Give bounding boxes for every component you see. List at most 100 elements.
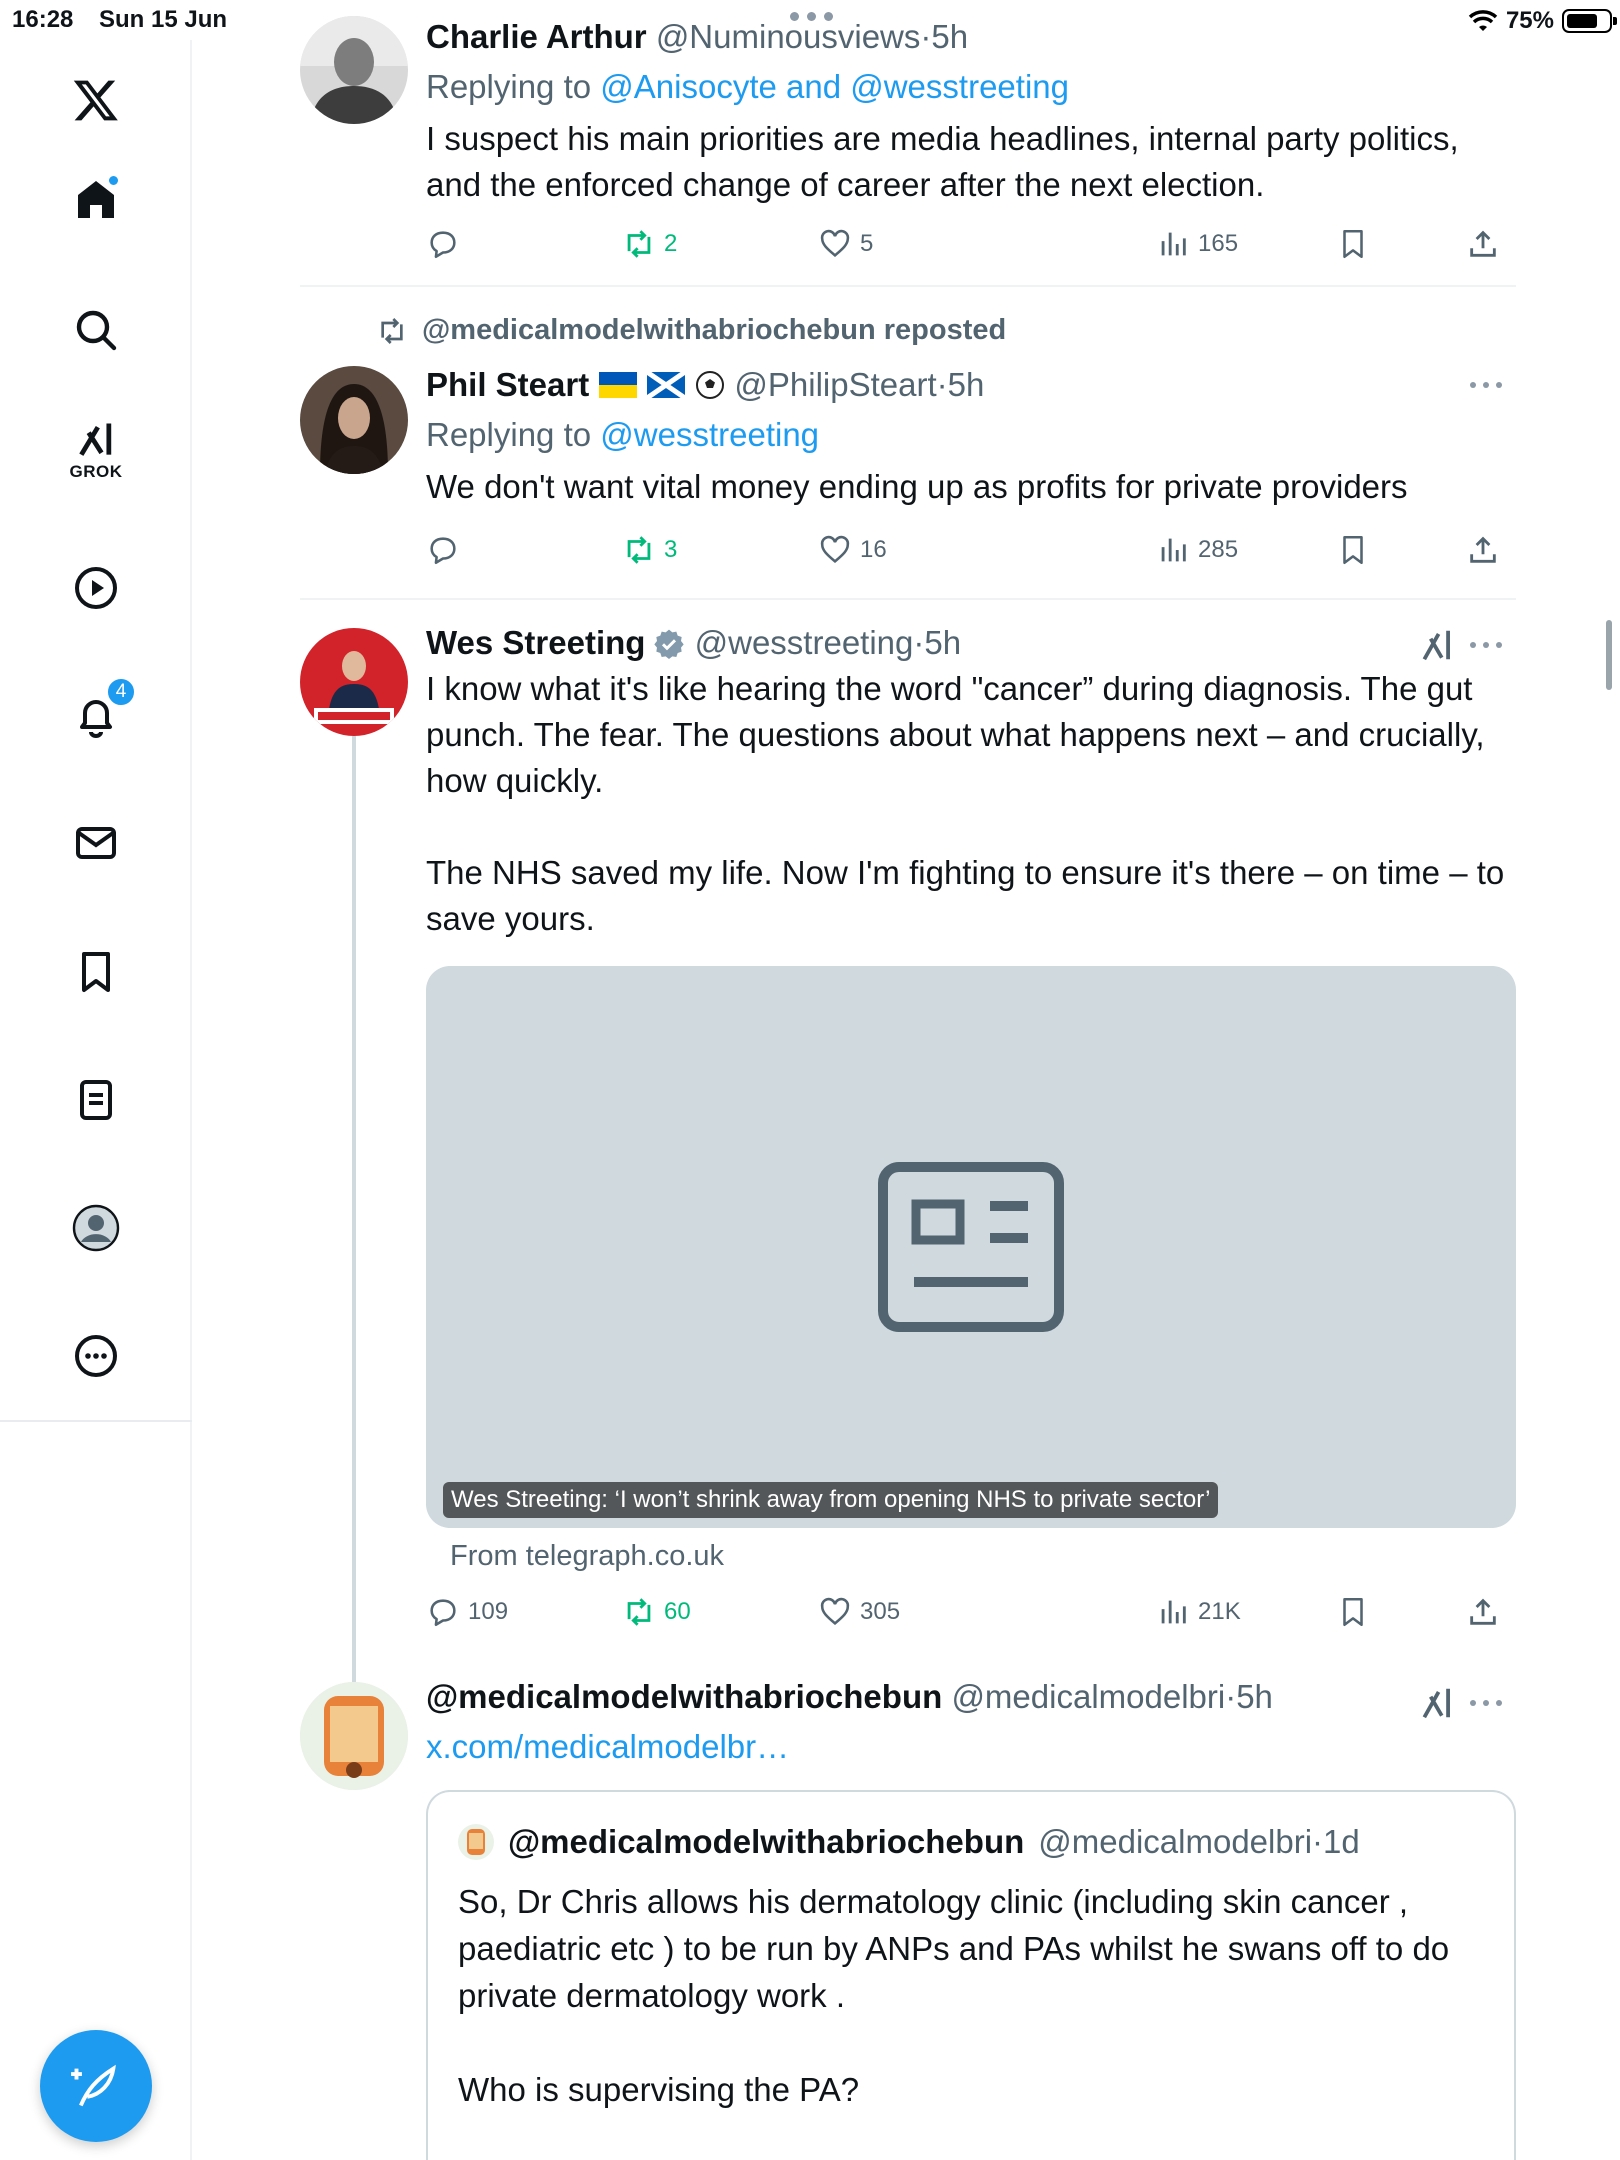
more-options-icon[interactable] [1466, 376, 1506, 396]
status-time: 16:28 [12, 6, 74, 33]
repost-icon [381, 317, 403, 344]
compose-post-button[interactable] [40, 2030, 152, 2142]
author-handle[interactable]: @PhilipSteart [734, 366, 936, 404]
author-handle[interactable]: @Numinousviews [656, 18, 921, 56]
quoted-tweet[interactable]: @medicalmodelwithabriochebun @medicalmod… [426, 1790, 1516, 2160]
views-button[interactable]: 165 [1156, 224, 1238, 264]
tweet-phil-steart[interactable]: @medicalmodelwithabriochebun reposted Ph… [300, 310, 1520, 600]
video-icon[interactable] [66, 558, 126, 618]
like-button[interactable]: 5 [818, 224, 873, 264]
tweet-medicalmodel[interactable]: @medicalmodelwithabriochebun @medicalmod… [300, 1674, 1520, 2160]
post-time[interactable]: 5h [1236, 1678, 1273, 1716]
repost-button[interactable]: 3 [622, 530, 677, 570]
replying-to-link[interactable]: @Anisocyte and @wesstreeting [600, 68, 1069, 105]
tweet-wes-streeting[interactable]: Wes Streeting @wesstreeting · 5h I know wh… [300, 620, 1520, 1696]
verified-badge-icon [654, 629, 685, 659]
more-options-icon[interactable] [66, 1326, 126, 1386]
reply-icon [430, 1599, 456, 1627]
separator: · [913, 624, 925, 661]
more-options-icon[interactable] [1466, 636, 1506, 656]
post-time[interactable]: 5h [931, 18, 968, 56]
repost-icon [627, 230, 651, 258]
reply-button[interactable] [426, 224, 468, 264]
avatar[interactable] [300, 366, 408, 474]
card-source[interactable]: From telegraph.co.uk [450, 1540, 724, 1573]
avatar[interactable] [300, 1682, 408, 1790]
separator: · [920, 18, 932, 55]
football-icon [696, 371, 725, 399]
grok-explain-icon[interactable] [1418, 1684, 1456, 1722]
author-name[interactable]: Phil Steart [426, 366, 589, 404]
post-time[interactable]: 5h [924, 624, 961, 662]
home-icon[interactable] [66, 170, 126, 230]
share-upload-icon [1470, 1598, 1496, 1625]
author-name[interactable]: Charlie Arthur [426, 18, 647, 56]
share-button[interactable] [1466, 530, 1500, 570]
share-upload-icon [1470, 536, 1496, 563]
avatar[interactable] [300, 16, 408, 124]
share-upload-icon [1470, 230, 1496, 257]
quote-text: So, Dr Chris allows his dermatology clin… [458, 1883, 1450, 2108]
share-button[interactable] [1466, 1592, 1500, 1632]
search-icon[interactable] [66, 300, 126, 360]
external-link[interactable]: x.com/medicalmodelbr… [426, 1728, 789, 1765]
avatar[interactable] [300, 628, 408, 736]
bookmark-icon [1343, 1597, 1363, 1627]
x-logo-icon[interactable] [66, 70, 126, 130]
quote-author-handle[interactable]: @medicalmodelbri [1038, 1823, 1312, 1860]
views-button[interactable]: 285 [1156, 530, 1238, 570]
battery-icon [1562, 9, 1617, 33]
grok-label: GROK [69, 462, 123, 481]
tweet-text: I suspect his main priorities are media … [426, 120, 1468, 203]
replying-to: Replying to @Anisocyte and @wesstreeting [426, 64, 1520, 110]
replying-to: Replying to @wesstreeting [426, 412, 1520, 458]
more-options-icon[interactable] [1466, 1694, 1506, 1714]
share-button[interactable] [1466, 224, 1500, 264]
scrollbar[interactable] [1606, 620, 1612, 690]
feather-plus-icon [71, 2064, 116, 2107]
author-handle[interactable]: @medicalmodelbri [951, 1678, 1225, 1716]
replying-to-link[interactable]: @wesstreeting [600, 416, 819, 453]
repost-button[interactable]: 60 [622, 1592, 691, 1632]
tweet-charlie-arthur[interactable]: Charlie Arthur @Numinousviews · 5h Replyin… [300, 14, 1520, 284]
separator: · [1312, 1823, 1324, 1860]
tweet-text: We don't want vital money ending up as p… [426, 468, 1408, 505]
scotland-flag-icon [647, 372, 686, 398]
status-date: Sun 15 Jun [99, 6, 228, 33]
reply-count: 109 [468, 1598, 509, 1625]
tweet-actions: 109 60 305 21K [426, 1592, 1496, 1632]
views-chart-icon [1161, 232, 1186, 256]
like-count: 305 [860, 1598, 901, 1625]
repost-button[interactable]: 2 [622, 224, 677, 264]
separator: · [1225, 1678, 1237, 1715]
quote-author-name[interactable]: @medicalmodelwithabriochebun [508, 1823, 1024, 1861]
reposted-by-text[interactable]: @medicalmodelwithabriochebun reposted [422, 314, 1006, 347]
messages-envelope-icon[interactable] [66, 813, 126, 873]
home-unread-dot [107, 174, 120, 187]
author-name[interactable]: Wes Streeting [426, 624, 645, 662]
bookmark-icon [1343, 535, 1363, 565]
bookmark-button[interactable] [1336, 224, 1370, 264]
tweet-actions: 3 16 285 [426, 530, 1496, 570]
link-preview-card[interactable]: Wes Streeting: ‘I won’t shrink away from… [426, 966, 1516, 1528]
bookmark-button[interactable] [1336, 1592, 1370, 1632]
like-button[interactable]: 305 [818, 1592, 900, 1632]
bookmarks-icon[interactable] [66, 942, 126, 1002]
like-button[interactable]: 16 [818, 530, 887, 570]
reply-button[interactable] [426, 530, 468, 570]
lists-icon[interactable] [66, 1070, 126, 1130]
notifications-badge: 4 [106, 677, 136, 707]
views-button[interactable]: 21K [1156, 1592, 1241, 1632]
author-name[interactable]: @medicalmodelwithabriochebun [426, 1678, 942, 1716]
notifications-bell-icon[interactable]: 4 [66, 677, 136, 745]
bookmark-button[interactable] [1336, 530, 1370, 570]
profile-avatar-icon[interactable] [66, 1198, 126, 1258]
quote-avatar[interactable] [458, 1824, 494, 1860]
grok-explain-icon[interactable] [1418, 626, 1456, 664]
grok-icon[interactable]: GROK [66, 418, 126, 498]
views-count: 165 [1198, 230, 1239, 257]
quote-post-time[interactable]: 1d [1323, 1823, 1360, 1860]
author-handle[interactable]: @wesstreeting [695, 624, 914, 662]
post-time[interactable]: 5h [948, 366, 985, 404]
reply-button[interactable]: 109 [426, 1592, 508, 1632]
